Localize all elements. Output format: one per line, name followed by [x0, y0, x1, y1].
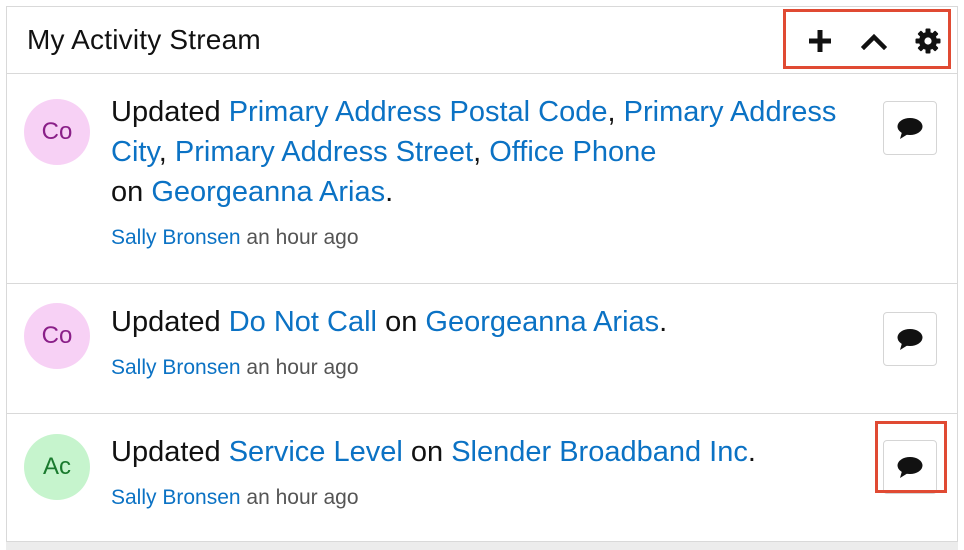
user-link[interactable]: Sally Bronsen [111, 486, 241, 509]
on-word: on [111, 176, 144, 208]
add-button[interactable] [804, 27, 836, 55]
timestamp: an hour ago [246, 226, 359, 249]
activity-meta: Sally Bronsen an hour ago [111, 486, 359, 510]
user-link[interactable]: Sally Bronsen [111, 356, 241, 379]
record-link[interactable]: Georgeanna Arias [425, 306, 659, 338]
on-word: on [385, 306, 418, 338]
activity-message: Updated Do Not Call on Georgeanna Arias. [111, 302, 841, 342]
timestamp: an hour ago [246, 486, 359, 509]
on-word: on [410, 436, 444, 468]
avatar: Co [24, 99, 90, 165]
avatar: Ac [24, 434, 90, 500]
field-link[interactable]: Do Not Call [229, 306, 377, 338]
activity-row: Co Updated Do Not Call on Georgeanna Ari… [7, 284, 957, 414]
settings-button[interactable] [912, 27, 944, 55]
activity-verb: Updated [111, 306, 221, 338]
plus-icon [809, 30, 831, 52]
activity-message: Updated Primary Address Postal Code, Pri… [111, 92, 841, 212]
comment-button[interactable] [883, 312, 937, 366]
separator: , [158, 136, 167, 168]
field-link[interactable]: Primary Address Postal Code [229, 96, 608, 128]
record-link[interactable]: Georgeanna Arias [151, 176, 385, 208]
end-punct: . [747, 436, 756, 468]
activity-stream-dashlet: My Activity Stream Co Updated Primary Ad… [6, 6, 958, 542]
user-link[interactable]: Sally Bronsen [111, 226, 241, 249]
activity-verb: Updated [111, 96, 221, 128]
activity-row: Co Updated Primary Address Postal Code, … [7, 74, 957, 284]
separator: , [473, 136, 482, 168]
activity-verb: Updated [111, 436, 221, 468]
comment-bubble-icon [897, 118, 923, 139]
dashlet-title: My Activity Stream [27, 24, 261, 55]
field-link[interactable]: Service Level [229, 436, 403, 468]
dashlet-toolbar [783, 9, 951, 69]
avatar: Co [24, 303, 90, 369]
separator: , [607, 96, 616, 128]
comment-bubble-icon [897, 329, 923, 350]
activity-message: Updated Service Level on Slender Broadba… [111, 432, 841, 472]
activity-meta: Sally Bronsen an hour ago [111, 226, 359, 250]
bottom-strip [6, 542, 958, 550]
activity-row: Ac Updated Service Level on Slender Broa… [7, 414, 957, 541]
gear-icon [915, 28, 941, 54]
chevron-up-icon [861, 33, 887, 50]
record-link[interactable]: Slender Broadband Inc [451, 436, 748, 468]
field-link[interactable]: Primary Address Street [175, 136, 473, 168]
end-punct: . [659, 306, 668, 338]
dashlet-header: My Activity Stream [7, 7, 957, 74]
end-punct: . [385, 176, 394, 208]
comment-button[interactable] [883, 101, 937, 155]
timestamp: an hour ago [246, 356, 359, 379]
field-link[interactable]: Office Phone [489, 136, 656, 168]
comment-button-highlight [875, 421, 947, 493]
activity-meta: Sally Bronsen an hour ago [111, 356, 359, 380]
collapse-button[interactable] [858, 27, 890, 55]
